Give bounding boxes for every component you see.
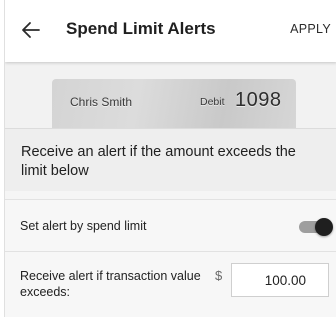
card-holder-name: Chris Smith (70, 95, 133, 109)
spend-limit-toggle[interactable] (297, 218, 333, 236)
spend-limit-toggle-row: Set alert by spend limit (5, 199, 336, 252)
toggle-thumb (315, 218, 333, 236)
card-preview-area: Chris Smith Debit 1098 (5, 62, 336, 129)
amount-label: Receive alert if transaction value excee… (20, 269, 201, 299)
debit-card-image: Chris Smith Debit 1098 (52, 79, 296, 129)
app-frame: Spend Limit Alerts APPLY Chris Smith Deb… (4, 0, 336, 317)
amount-input[interactable] (231, 263, 329, 297)
arrow-left-icon[interactable] (19, 18, 43, 42)
card-last-digits: 1098 (235, 89, 282, 111)
app-bar: Spend Limit Alerts APPLY (5, 0, 336, 62)
description-text: Receive an alert if the amount exceeds t… (21, 144, 296, 179)
page-title: Spend Limit Alerts (66, 19, 216, 38)
toggle-label: Set alert by spend limit (20, 219, 147, 233)
currency-symbol: $ (215, 268, 223, 283)
description-section: Receive an alert if the amount exceeds t… (5, 128, 336, 191)
amount-row: Receive alert if transaction value excee… (5, 251, 336, 317)
card-type-label: Debit (200, 96, 225, 108)
apply-button[interactable]: APPLY (290, 22, 331, 36)
